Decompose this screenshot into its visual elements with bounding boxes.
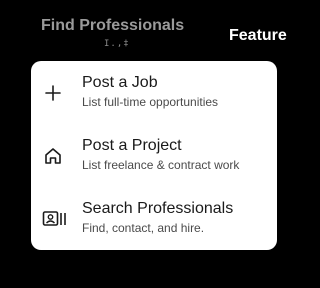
menu-item-search-professionals[interactable]: Search Professionals Find, contact, and …	[31, 195, 277, 251]
menu-item-post-job[interactable]: Post a Job List full-time opportunities	[31, 69, 277, 125]
contact-card-icon	[42, 208, 66, 230]
text-cursor-icon: I.,‡	[104, 39, 130, 49]
menu-item-subtitle: List freelance & contract work	[82, 158, 240, 172]
menu-item-title: Search Professionals	[82, 200, 234, 217]
menu-item-subtitle: Find, contact, and hire.	[82, 221, 205, 235]
plus-icon	[42, 82, 64, 104]
nav-find-professionals[interactable]: Find Professionals	[41, 16, 184, 36]
menu-item-subtitle: List full-time opportunities	[82, 95, 219, 109]
dropdown-menu: Post a Job List full-time opportunities …	[31, 61, 277, 250]
menu-item-post-project[interactable]: Post a Project List freelance & contract…	[31, 132, 277, 188]
home-icon	[42, 145, 64, 167]
menu-item-title: Post a Project	[82, 137, 182, 154]
nav-feature[interactable]: Feature	[229, 26, 287, 46]
menu-item-title: Post a Job	[82, 74, 158, 91]
